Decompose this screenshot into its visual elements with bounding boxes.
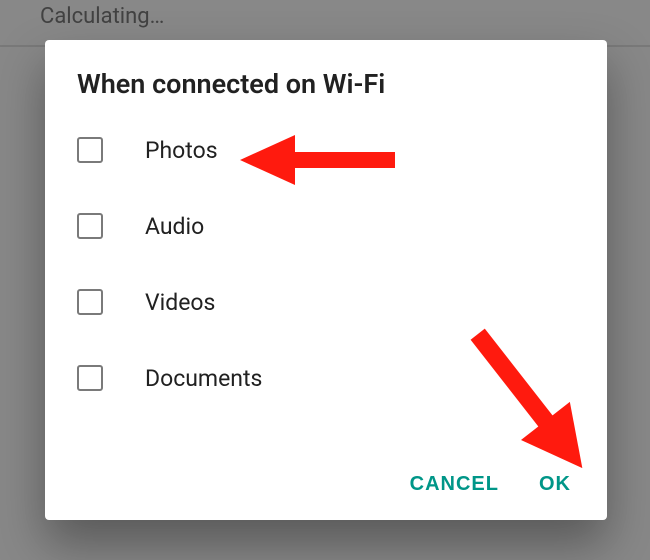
cancel-button[interactable]: CANCEL xyxy=(410,473,499,496)
option-label: Audio xyxy=(145,213,204,240)
wifi-media-autodownload-dialog: When connected on Wi-Fi Photos Audio Vid… xyxy=(45,40,607,520)
option-audio[interactable]: Audio xyxy=(77,188,575,264)
checkbox-icon xyxy=(77,365,103,391)
option-label: Videos xyxy=(145,289,215,316)
option-documents[interactable]: Documents xyxy=(77,340,575,416)
option-label: Documents xyxy=(145,365,262,392)
option-label: Photos xyxy=(145,137,218,164)
checkbox-icon xyxy=(77,289,103,315)
checkbox-icon xyxy=(77,137,103,163)
checkbox-icon xyxy=(77,213,103,239)
dialog-actions: CANCEL OK xyxy=(45,457,607,508)
option-videos[interactable]: Videos xyxy=(77,264,575,340)
dialog-title: When connected on Wi-Fi xyxy=(45,68,607,112)
option-list: Photos Audio Videos Documents xyxy=(45,112,607,457)
option-photos[interactable]: Photos xyxy=(77,112,575,188)
ok-button[interactable]: OK xyxy=(539,473,571,496)
